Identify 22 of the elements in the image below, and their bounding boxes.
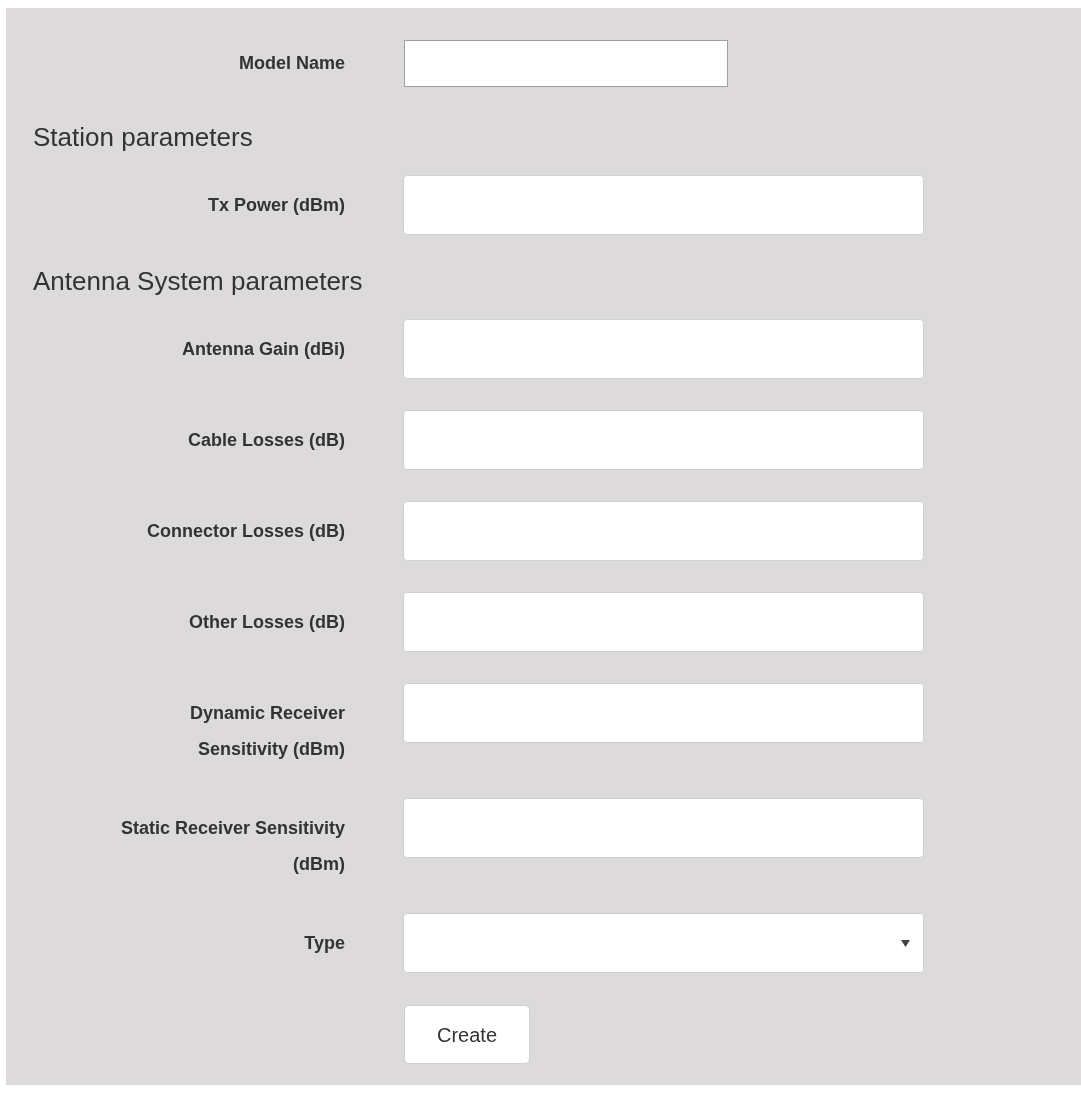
field-label: Model Name — [238, 52, 345, 75]
text-field[interactable] — [403, 319, 924, 379]
text-field[interactable] — [403, 592, 924, 652]
text-field[interactable] — [403, 175, 924, 235]
text-field[interactable] — [403, 501, 924, 561]
field-label: Type — [303, 932, 345, 955]
field-label: Other Losses (dB) — [187, 611, 345, 634]
field-label: Dynamic Receiver Sensitivity (dBm) — [188, 702, 345, 761]
text-field[interactable] — [403, 410, 924, 470]
section-heading: Antenna System parameters — [33, 265, 363, 298]
field-label: Connector Losses (dB) — [145, 520, 345, 543]
text-field[interactable] — [403, 798, 924, 858]
field-label: Antenna Gain (dBi) — [181, 338, 345, 361]
field-label: Cable Losses (dB) — [186, 429, 345, 452]
field-label: Tx Power (dBm) — [207, 194, 345, 217]
model-name-field[interactable] — [404, 40, 728, 87]
caret-icon — [901, 938, 910, 948]
text-field[interactable] — [403, 683, 924, 743]
create-button[interactable]: Create — [404, 1005, 530, 1064]
field-label: Static Receiver Sensitivity (dBm) — [119, 817, 345, 876]
type-select[interactable] — [403, 913, 924, 973]
section-heading: Station parameters — [33, 121, 253, 154]
